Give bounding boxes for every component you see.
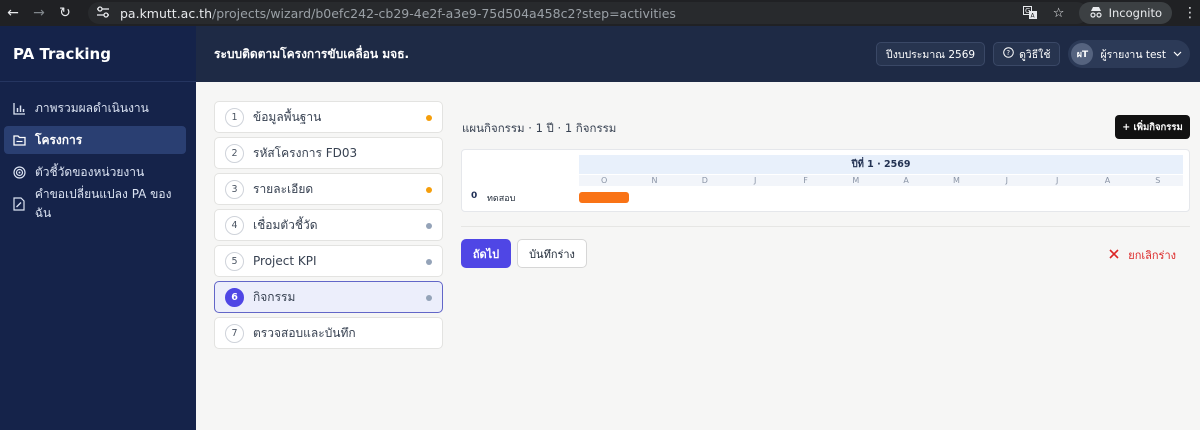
step-label: ตรวจสอบและบันทึก <box>253 325 356 340</box>
activity-index: 0 <box>471 191 478 201</box>
month-header: ONDJFMAMJJAS <box>579 175 1183 186</box>
month-label: A <box>903 176 909 185</box>
cancel-draft-label: ยกเลิกร่าง <box>1128 249 1176 262</box>
step-label: Project KPI <box>253 254 317 268</box>
incognito-label: Incognito <box>1108 6 1162 20</box>
month-label: D <box>701 176 708 185</box>
incognito-badge[interactable]: Incognito <box>1078 2 1172 24</box>
next-button[interactable]: ถัดไป <box>461 239 511 268</box>
star-icon[interactable]: ☆ <box>1045 0 1073 26</box>
sidebar-item-pa-change-requests[interactable]: คำขอเปลี่ยนแปลง PA ของฉัน <box>4 187 186 220</box>
wizard-steps: 1 ข้อมูลพื้นฐาน 2 รหัสโครงการ FD03 3 ราย… <box>214 101 443 353</box>
month-label: O <box>601 176 608 185</box>
year-header: ปีที่ 1 · 2569 <box>579 155 1183 174</box>
svg-text:?: ? <box>1006 49 1010 57</box>
divider <box>461 226 1190 227</box>
close-icon <box>1109 248 1119 262</box>
step-label: กิจกรรม <box>253 289 296 304</box>
activity-name: ทดสอบ <box>487 194 516 204</box>
forward-arrow-icon[interactable]: → <box>26 0 52 26</box>
step-activities[interactable]: 6 กิจกรรม <box>214 281 443 313</box>
sidebar-item-label: โครงการ <box>35 132 83 147</box>
top-bar-actions: ปีงบประมาณ 2569 ? ดูวิธีใช้ ผT ผู้รายงาน… <box>876 26 1190 82</box>
address-bar[interactable]: pa.kmutt.ac.th/projects/wizard/b0efc242-… <box>88 2 1088 24</box>
help-label: ดูวิธีใช้ <box>1019 48 1051 61</box>
step-details[interactable]: 3 รายละเอียด <box>214 173 443 205</box>
step-project-code[interactable]: 2 รหัสโครงการ FD03 <box>214 137 443 169</box>
kebab-menu-icon[interactable]: ⋮ <box>1180 5 1200 21</box>
step-number: 4 <box>225 215 244 235</box>
browser-toolbar: ← → ↻ pa.kmutt.ac.th/projects/wizard/b0e… <box>0 0 1200 26</box>
add-activity-button[interactable]: + เพิ่มกิจกรรม <box>1115 115 1190 139</box>
month-label: M <box>953 176 960 185</box>
target-icon <box>12 165 26 179</box>
step-project-kpi[interactable]: 5 Project KPI <box>214 245 443 277</box>
url-path: /projects/wizard/b0efc242-cb29-4e2f-a3e9… <box>212 5 676 21</box>
step-number: 3 <box>225 179 244 199</box>
month-label: A <box>1104 176 1111 185</box>
activity-timeline: ปีที่ 1 · 2569 O N D J F M A M J J A S 0 ทดสอบ <box>461 149 1190 212</box>
browser-actions: GA ☆ Incognito ⋮ <box>1017 0 1200 26</box>
sidebar: PA Tracking ภาพรวมผลดำเนินงาน โครงการ ตั… <box>0 26 196 430</box>
sidebar-item-label: ตัวชี้วัดของหน่วยงาน <box>35 164 145 179</box>
step-number: 1 <box>225 107 244 127</box>
step-status-dot <box>426 259 432 265</box>
table-row[interactable]: 0 ทดสอบ <box>462 188 1189 206</box>
step-status-dot <box>426 115 432 121</box>
step-review-save[interactable]: 7 ตรวจสอบและบันทึก <box>214 317 443 349</box>
sidebar-item-unit-kpi[interactable]: ตัวชี้วัดของหน่วยงาน <box>4 158 186 186</box>
reload-icon[interactable]: ↻ <box>52 0 78 26</box>
step-label: ข้อมูลพื้นฐาน <box>253 109 322 124</box>
back-arrow-icon[interactable]: ← <box>0 0 26 26</box>
step-label: รายละเอียด <box>253 181 314 196</box>
fiscal-year-selector[interactable]: ปีงบประมาณ 2569 <box>876 42 986 66</box>
user-menu[interactable]: ผT ผู้รายงาน test <box>1068 40 1190 68</box>
folder-icon <box>12 133 26 147</box>
step-link-kpi[interactable]: 4 เชื่อมตัวชี้วัด <box>214 209 443 241</box>
step-basic-info[interactable]: 1 ข้อมูลพื้นฐาน <box>214 101 443 133</box>
translate-icon[interactable]: GA <box>1017 0 1045 26</box>
sidebar-item-projects[interactable]: โครงการ <box>4 126 186 154</box>
bar-chart-icon <box>12 101 26 115</box>
sidebar-item-label: คำขอเปลี่ยนแปลง PA ของฉัน <box>34 187 172 220</box>
month-label: J <box>1005 176 1008 185</box>
step-number: 5 <box>225 251 244 271</box>
url-host: pa.kmutt.ac.th <box>120 5 213 21</box>
month-label: J <box>1055 176 1059 185</box>
chevron-down-icon <box>1173 48 1182 60</box>
save-draft-button[interactable]: บันทึกร่าง <box>517 239 587 268</box>
document-edit-icon <box>12 197 26 211</box>
step-label: รหัสโครงการ FD03 <box>253 145 358 160</box>
incognito-icon <box>1089 6 1103 21</box>
step-status-dot <box>426 187 432 193</box>
month-label: M <box>852 176 860 185</box>
brand-logo[interactable]: PA Tracking <box>0 26 196 82</box>
site-settings-icon[interactable] <box>96 5 110 21</box>
url-text: pa.kmutt.ac.th/projects/wizard/b0efc242-… <box>120 6 676 21</box>
sidebar-item-overview[interactable]: ภาพรวมผลดำเนินงาน <box>4 94 186 122</box>
month-label: S <box>1155 176 1161 185</box>
step-number: 2 <box>225 143 244 163</box>
cancel-draft-button[interactable]: ยกเลิกร่าง <box>1109 246 1176 264</box>
page-title: ระบบติดตามโครงการขับเคลื่อน มจธ. <box>214 46 410 61</box>
help-circle-icon: ? <box>1003 47 1014 61</box>
fiscal-year-label: ปีงบประมาณ 2569 <box>886 48 976 61</box>
plan-title: แผนกิจกรรม · 1 ปี · 1 กิจกรรม <box>462 121 617 135</box>
help-button[interactable]: ? ดูวิธีใช้ <box>993 42 1061 66</box>
step-number: 7 <box>225 323 244 343</box>
month-label: J <box>753 176 757 185</box>
step-status-dot <box>426 295 432 301</box>
month-label: N <box>651 176 658 185</box>
user-name: ผู้รายงาน test <box>1100 48 1166 61</box>
avatar: ผT <box>1071 43 1094 65</box>
step-label: เชื่อมตัวชี้วัด <box>253 217 318 232</box>
activity-bar[interactable] <box>579 192 630 203</box>
sidebar-item-label: ภาพรวมผลดำเนินงาน <box>35 100 149 115</box>
month-label: F <box>803 176 808 185</box>
step-number: 6 <box>225 287 244 307</box>
step-status-dot <box>426 223 432 229</box>
top-bar: ระบบติดตามโครงการขับเคลื่อน มจธ. ปีงบประ… <box>196 26 1200 82</box>
